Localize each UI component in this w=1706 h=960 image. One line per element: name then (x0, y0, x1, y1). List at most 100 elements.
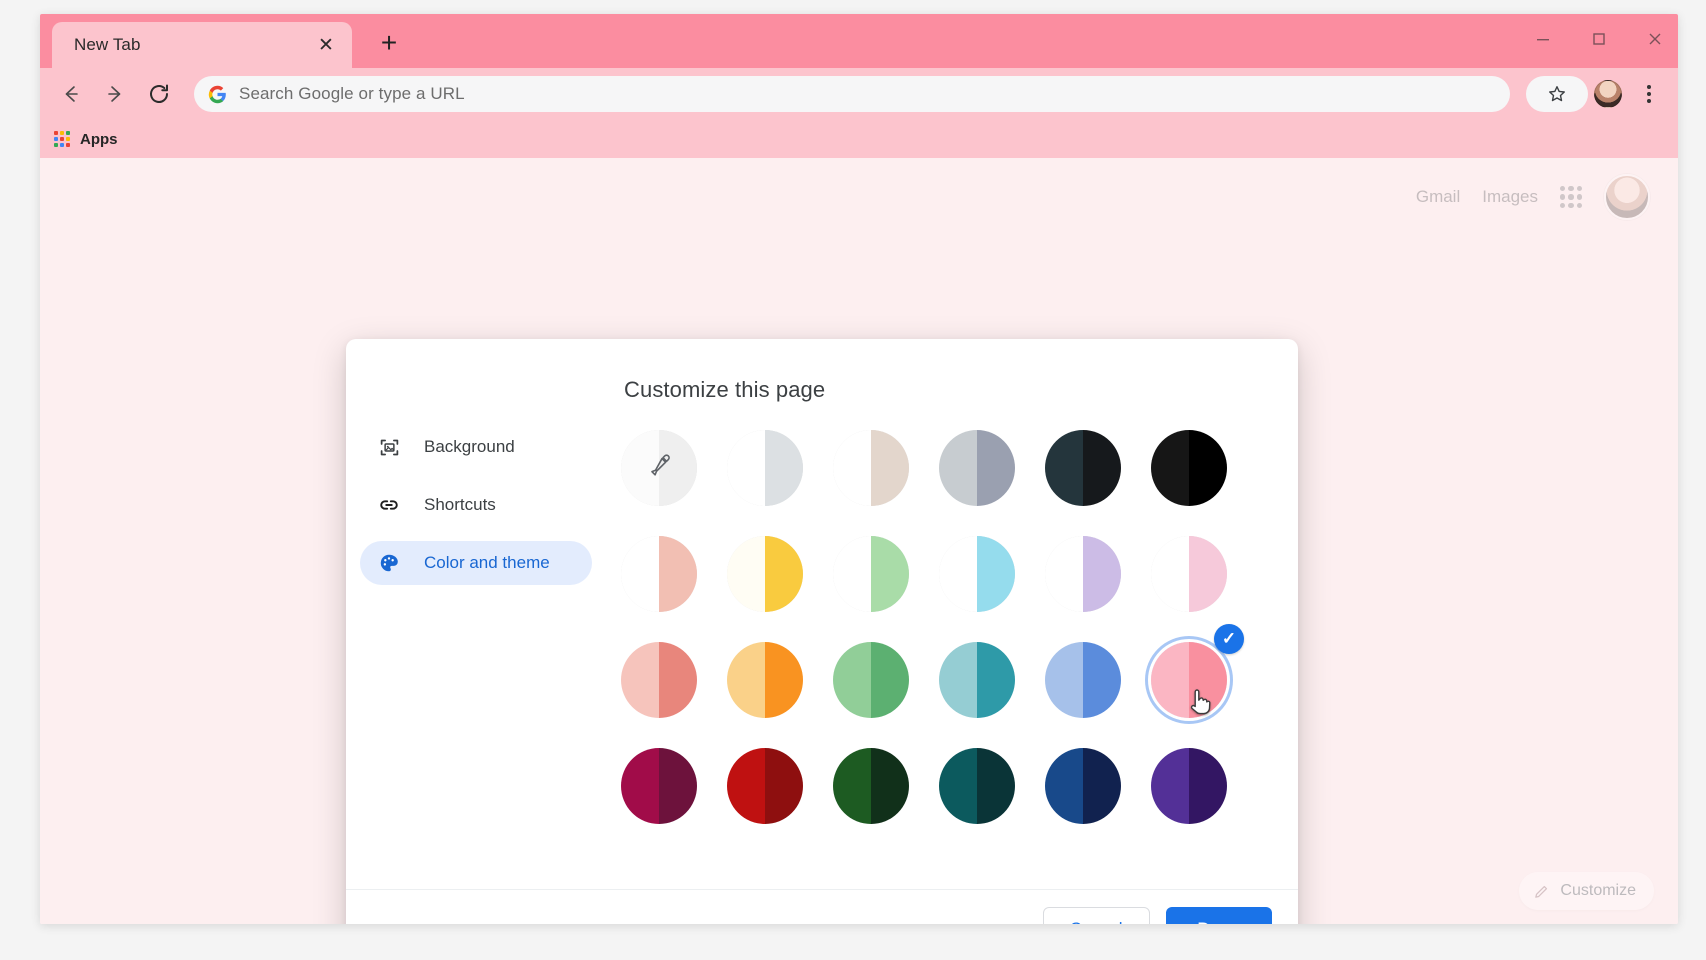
color-swatch-pale-green[interactable] (833, 536, 909, 612)
profile-avatar-icon[interactable] (1594, 80, 1622, 108)
swatch-cell: ✓ (1136, 624, 1244, 733)
swatch-cell (606, 521, 712, 627)
swatch-cell (712, 733, 818, 839)
color-swatch-blue[interactable] (1045, 642, 1121, 718)
swatch-half-left (1151, 536, 1189, 612)
swatch-half-right (1083, 642, 1121, 718)
color-swatch-grey-blue[interactable] (939, 430, 1015, 506)
browser-tab[interactable]: New Tab ✕ (52, 22, 352, 68)
cancel-button[interactable]: Cancel (1042, 906, 1150, 924)
swatch-cell (818, 521, 924, 627)
account-avatar[interactable] (1604, 174, 1650, 220)
swatch-cell (1136, 521, 1242, 627)
swatch-cell (1030, 415, 1136, 521)
swatch-half-left (939, 642, 977, 718)
sidebar-item-color-and-theme[interactable]: Color and theme (360, 541, 592, 585)
color-swatch-salmon[interactable] (621, 642, 697, 718)
back-icon[interactable] (52, 75, 90, 113)
color-swatch-pale-cyan[interactable] (939, 536, 1015, 612)
swatch-cell (1030, 627, 1136, 733)
swatch-cell (924, 627, 1030, 733)
swatch-half-right (765, 748, 803, 824)
address-bar[interactable]: Search Google or type a URL (194, 76, 1510, 112)
swatch-cell (818, 627, 924, 733)
swatch-half-right (871, 536, 909, 612)
sidebar-item-label: Color and theme (424, 553, 550, 572)
color-swatch-orange[interactable] (727, 642, 803, 718)
maximize-icon[interactable] (1584, 24, 1614, 54)
swatch-half-right (977, 430, 1015, 506)
color-swatch-crimson[interactable] (621, 748, 697, 824)
swatch-half-left (727, 642, 765, 718)
reload-icon[interactable] (140, 75, 178, 113)
screen: New Tab ✕ + Search Google or type a URL … (0, 0, 1706, 960)
sidebar-item-label: Shortcuts (424, 495, 496, 514)
color-swatch-pale-lavender[interactable] (1045, 536, 1121, 612)
swatch-half-left (833, 642, 871, 718)
toolbar-right-cluster (1526, 76, 1666, 112)
pencil-icon (1535, 885, 1548, 898)
color-swatch-teal[interactable] (939, 642, 1015, 718)
swatch-half-left (939, 748, 977, 824)
swatch-half-right (871, 642, 909, 718)
swatch-half-left (621, 536, 659, 612)
swatch-cell (924, 521, 1030, 627)
swatch-half-left (727, 430, 765, 506)
bookmark-item-apps[interactable]: Apps (80, 131, 118, 148)
swatch-half-left (1045, 748, 1083, 824)
chrome-menu-icon[interactable] (1634, 77, 1664, 111)
swatch-cell (924, 733, 1030, 839)
swatch-cell (818, 733, 924, 839)
close-window-icon[interactable] (1640, 24, 1670, 54)
color-swatch-grid: ✓ (606, 415, 1298, 839)
color-swatch-dark-green[interactable] (833, 748, 909, 824)
color-theme-pane: ✓ (596, 339, 1298, 889)
bookmark-star-button[interactable] (1526, 76, 1588, 112)
swatch-cell (818, 415, 924, 521)
swatch-cell (606, 627, 712, 733)
ntp-link-images[interactable]: Images (1482, 187, 1538, 207)
dialog-body: Customize this page Background Shortcuts… (346, 339, 1298, 889)
sidebar-item-shortcuts[interactable]: Shortcuts (360, 483, 592, 527)
color-swatch-navy[interactable] (1045, 748, 1121, 824)
color-swatch-purple[interactable] (1151, 748, 1227, 824)
customize-dialog: Customize this page Background Shortcuts… (346, 339, 1298, 924)
link-icon (378, 494, 400, 516)
color-swatch-pale-pink[interactable] (1151, 536, 1227, 612)
browser-window: New Tab ✕ + Search Google or type a URL … (40, 14, 1678, 924)
done-button[interactable]: Done (1165, 906, 1272, 924)
minimize-icon[interactable] (1528, 24, 1558, 54)
swatch-half-left (727, 748, 765, 824)
sidebar-item-background[interactable]: Background (360, 425, 592, 469)
color-swatch-green[interactable] (833, 642, 909, 718)
close-icon[interactable]: ✕ (314, 33, 338, 57)
color-swatch-red[interactable] (727, 748, 803, 824)
swatch-half-right (1083, 536, 1121, 612)
color-swatch-pale-yellow[interactable] (727, 536, 803, 612)
swatch-half-left (621, 642, 659, 718)
swatch-half-right (1189, 748, 1227, 824)
color-swatch-dark-slate[interactable] (1045, 430, 1121, 506)
swatch-half-right (659, 536, 697, 612)
palette-icon (378, 552, 400, 574)
ntp-link-gmail[interactable]: Gmail (1416, 187, 1460, 207)
apps-grid-icon[interactable] (54, 131, 70, 147)
ntp-header-links: Gmail Images (1416, 174, 1650, 220)
google-apps-icon[interactable] (1560, 186, 1582, 208)
color-swatch-beige-light[interactable] (833, 430, 909, 506)
swatch-cell (606, 733, 712, 839)
swatch-half-right (765, 536, 803, 612)
customize-button-label: Customize (1560, 882, 1636, 899)
forward-icon[interactable] (96, 75, 134, 113)
swatch-cell (712, 521, 818, 627)
color-swatch-black[interactable] (1151, 430, 1227, 506)
swatch-half-left (1045, 430, 1083, 506)
color-swatch-dark-teal[interactable] (939, 748, 1015, 824)
swatch-half-right (659, 642, 697, 718)
color-swatch-pale-salmon[interactable] (621, 536, 697, 612)
new-tab-button[interactable]: + (374, 28, 404, 58)
browser-toolbar: Search Google or type a URL (40, 68, 1678, 120)
new-tab-page: Gmail Images Customize Customize this pa… (40, 158, 1678, 924)
color-swatch-grey-light[interactable] (727, 430, 803, 506)
customize-button[interactable]: Customize (1519, 872, 1654, 910)
